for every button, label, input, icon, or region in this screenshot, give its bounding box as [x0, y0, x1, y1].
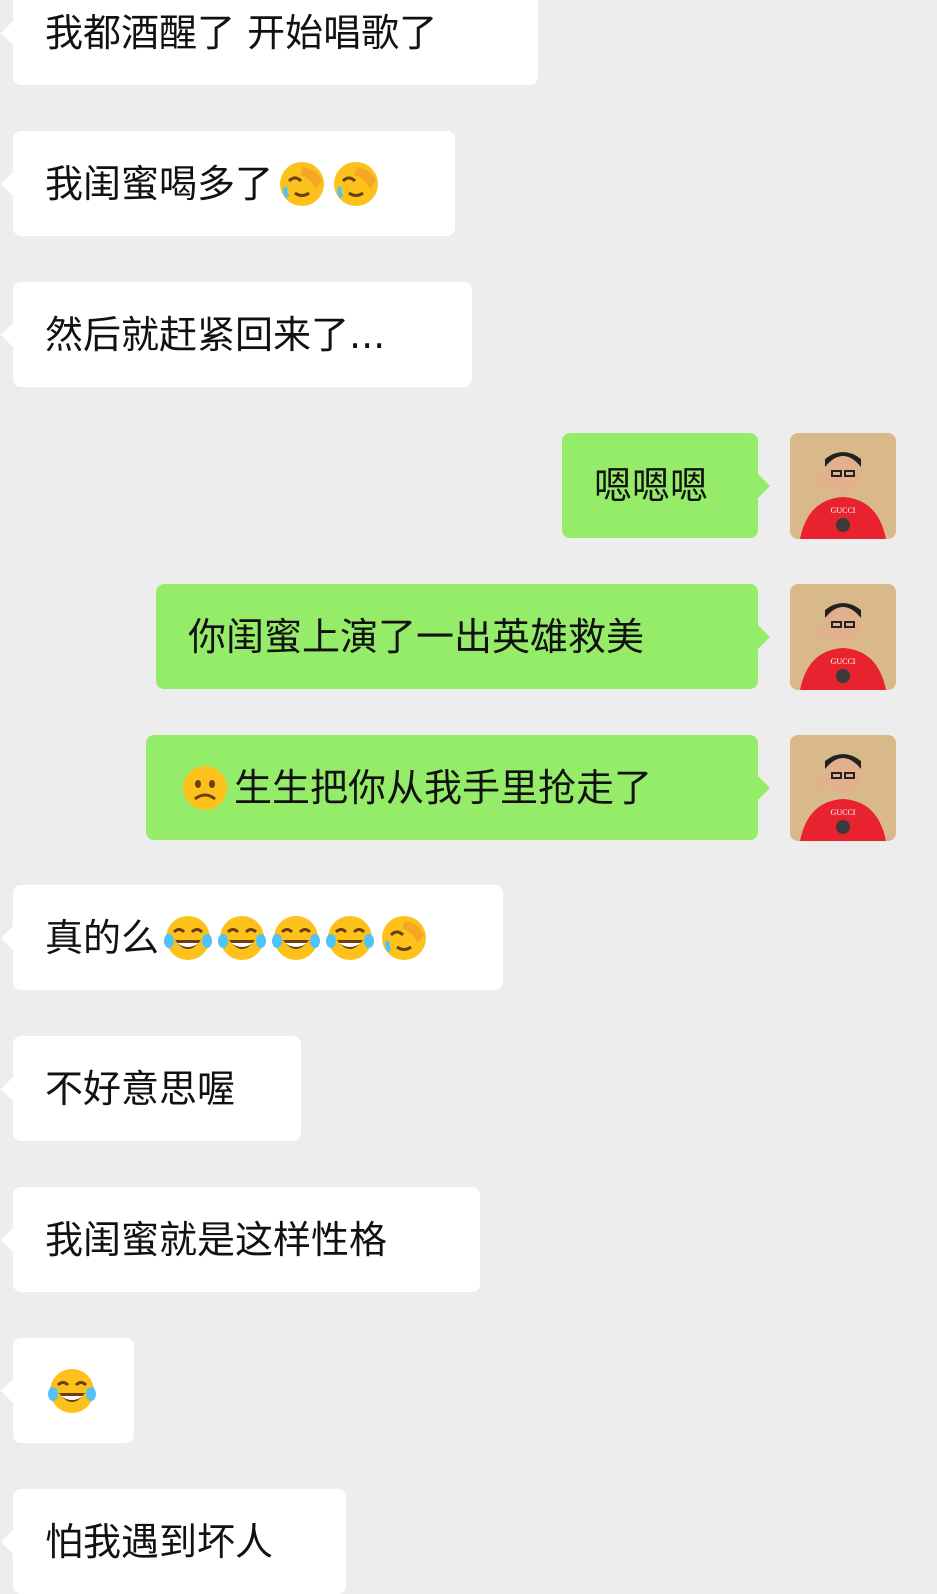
message-text: 我都酒醒了 开始唱歌了 [45, 10, 438, 55]
message-text: 真的么 [45, 915, 160, 960]
message-text: 不好意思喔 [45, 1066, 236, 1111]
message-bubble-incoming[interactable]: 我都酒醒了 开始唱歌了 [1, 0, 538, 85]
tears-of-joy-emoji-icon [272, 915, 321, 960]
message-bubble-incoming[interactable]: 我闺蜜喝多了 [1, 131, 455, 236]
message-bubble-outgoing[interactable]: 生生把你从我手里抢走了 [146, 735, 770, 840]
facepalm-emoji-icon [280, 161, 325, 206]
message-bubble-incoming[interactable] [1, 1338, 134, 1443]
message-text: 生生把你从我手里抢走了 [234, 765, 653, 810]
message-text: 我闺蜜喝多了 [45, 161, 274, 206]
shirt-text: GUCCI [831, 657, 856, 666]
message-text: 然后就赶紧回来了... [45, 312, 386, 357]
facepalm-emoji-icon [334, 161, 379, 206]
message-text: 我闺蜜就是这样性格 [45, 1217, 388, 1262]
user-avatar[interactable]: GUCCI [790, 584, 896, 690]
user-avatar[interactable]: GUCCI [790, 433, 896, 539]
facepalm-emoji-icon [382, 915, 427, 960]
tears-of-joy-emoji-icon [48, 1368, 96, 1413]
message-bubble-incoming[interactable]: 然后就赶紧回来了... [1, 282, 472, 387]
tears-of-joy-emoji-icon [326, 915, 375, 960]
message-bubble-incoming[interactable]: 我闺蜜就是这样性格 [1, 1187, 480, 1292]
message-bubble-incoming[interactable]: 真的么 [1, 885, 503, 990]
message-bubble-incoming[interactable]: 不好意思喔 [1, 1036, 301, 1141]
message-text: 怕我遇到坏人 [45, 1519, 274, 1564]
message-text: 你闺蜜上演了一出英雄救美 [188, 614, 645, 659]
shirt-text: GUCCI [831, 506, 856, 515]
shirt-text: GUCCI [831, 808, 856, 817]
user-avatar[interactable]: GUCCI [790, 735, 896, 841]
message-bubble-outgoing[interactable]: 嗯嗯嗯 [562, 433, 770, 538]
frowning-face-emoji-icon [183, 765, 227, 810]
tears-of-joy-emoji-icon [218, 915, 267, 960]
message-bubble-incoming[interactable]: 怕我遇到坏人 [1, 1489, 346, 1594]
tears-of-joy-emoji-icon [164, 915, 213, 960]
message-text: 嗯嗯嗯 [594, 463, 709, 508]
message-bubble-outgoing[interactable]: 你闺蜜上演了一出英雄救美 [156, 584, 770, 689]
